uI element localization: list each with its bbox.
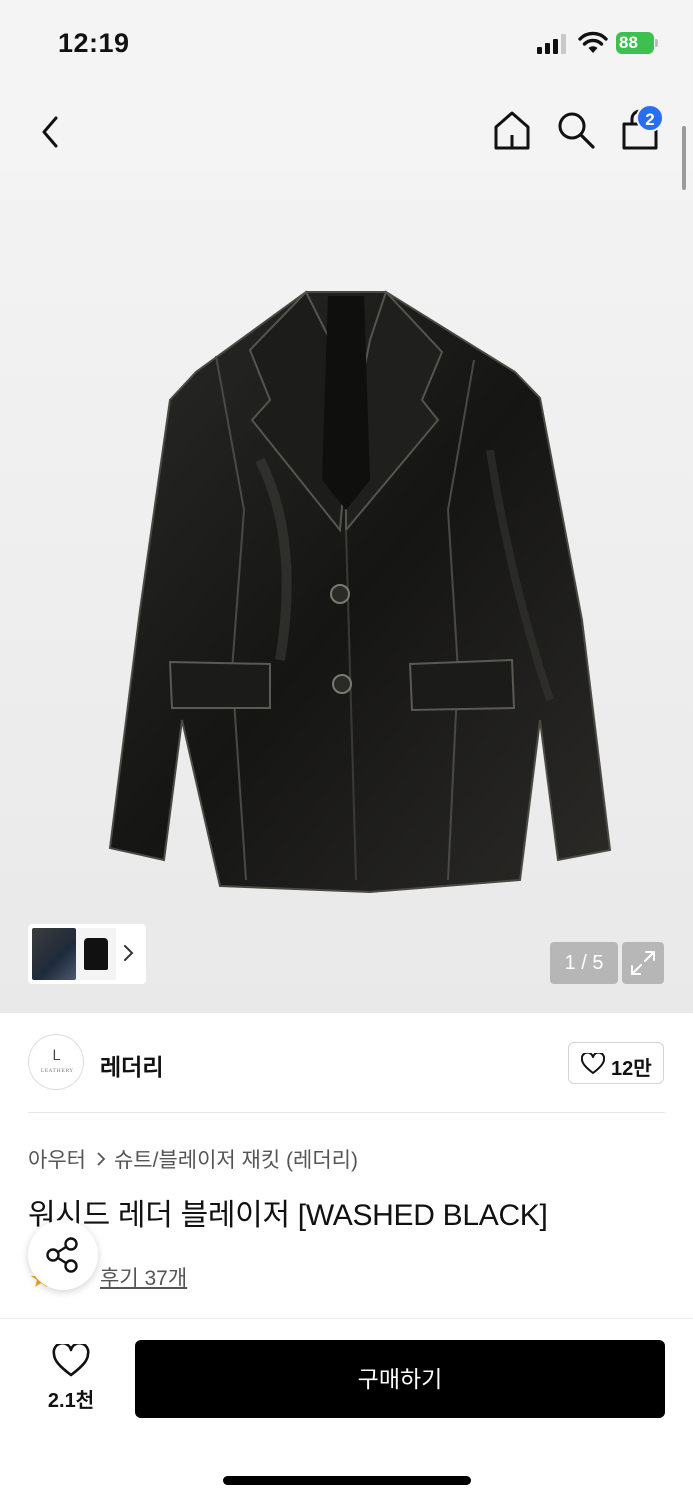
brand-name[interactable]: 레더리 bbox=[100, 1048, 163, 1082]
signal-icon bbox=[537, 34, 566, 54]
heart-icon bbox=[581, 1053, 605, 1074]
brand-like-button[interactable]: 12만 bbox=[568, 1042, 664, 1084]
divider bbox=[28, 1112, 665, 1113]
share-button[interactable] bbox=[28, 1220, 98, 1290]
search-icon[interactable] bbox=[554, 108, 598, 152]
home-icon[interactable] bbox=[490, 108, 534, 152]
product-title: 워시드 레더 블레이저 [WASHED BLACK] bbox=[28, 1199, 548, 1232]
product-image bbox=[108, 290, 612, 894]
product-gallery[interactable]: 1 / 5 bbox=[0, 170, 693, 1013]
divider bbox=[0, 1318, 693, 1319]
buy-button[interactable]: 구매하기 bbox=[135, 1340, 665, 1418]
wish-button[interactable]: 2.1천 bbox=[28, 1342, 114, 1418]
review-link[interactable]: 후기 37개 bbox=[100, 1262, 187, 1292]
chevron-right-icon bbox=[97, 1152, 106, 1166]
status-time: 12:19 bbox=[58, 28, 130, 58]
wifi-icon bbox=[578, 31, 608, 53]
wish-count: 2.1천 bbox=[47, 1390, 95, 1412]
brand-logo[interactable]: Ꮮ LEATHERY bbox=[28, 1034, 84, 1090]
breadcrumb-item-category[interactable]: 슈트/블레이저 재킷 (레더리) bbox=[114, 1149, 358, 1172]
nav-bar bbox=[0, 90, 693, 170]
thumbnail-product[interactable] bbox=[76, 928, 116, 980]
cart-badge: 2 bbox=[636, 104, 664, 132]
chevron-left-icon[interactable] bbox=[34, 112, 68, 152]
image-pager: 1 / 5 bbox=[550, 942, 618, 984]
expand-button[interactable] bbox=[622, 942, 664, 984]
thumbnail-strip[interactable] bbox=[28, 924, 146, 984]
status-bar: 12:19 88 bbox=[0, 0, 693, 90]
breadcrumb: 아우터 슈트/블레이저 재킷 (레더리) bbox=[28, 1144, 358, 1174]
battery-tip bbox=[655, 39, 658, 47]
chevron-right-icon[interactable] bbox=[122, 940, 136, 966]
brand-like-count: 12만 bbox=[611, 1058, 652, 1080]
share-icon bbox=[46, 1237, 78, 1273]
breadcrumb-item-outer[interactable]: 아우터 bbox=[28, 1149, 86, 1172]
thumbnail-model[interactable] bbox=[32, 928, 76, 980]
battery-indicator: 88 bbox=[616, 32, 658, 54]
home-indicator[interactable] bbox=[223, 1476, 471, 1485]
scrollbar[interactable] bbox=[682, 126, 686, 190]
heart-icon bbox=[52, 1344, 90, 1377]
battery-level: 88 bbox=[616, 32, 654, 54]
expand-icon bbox=[631, 951, 655, 975]
